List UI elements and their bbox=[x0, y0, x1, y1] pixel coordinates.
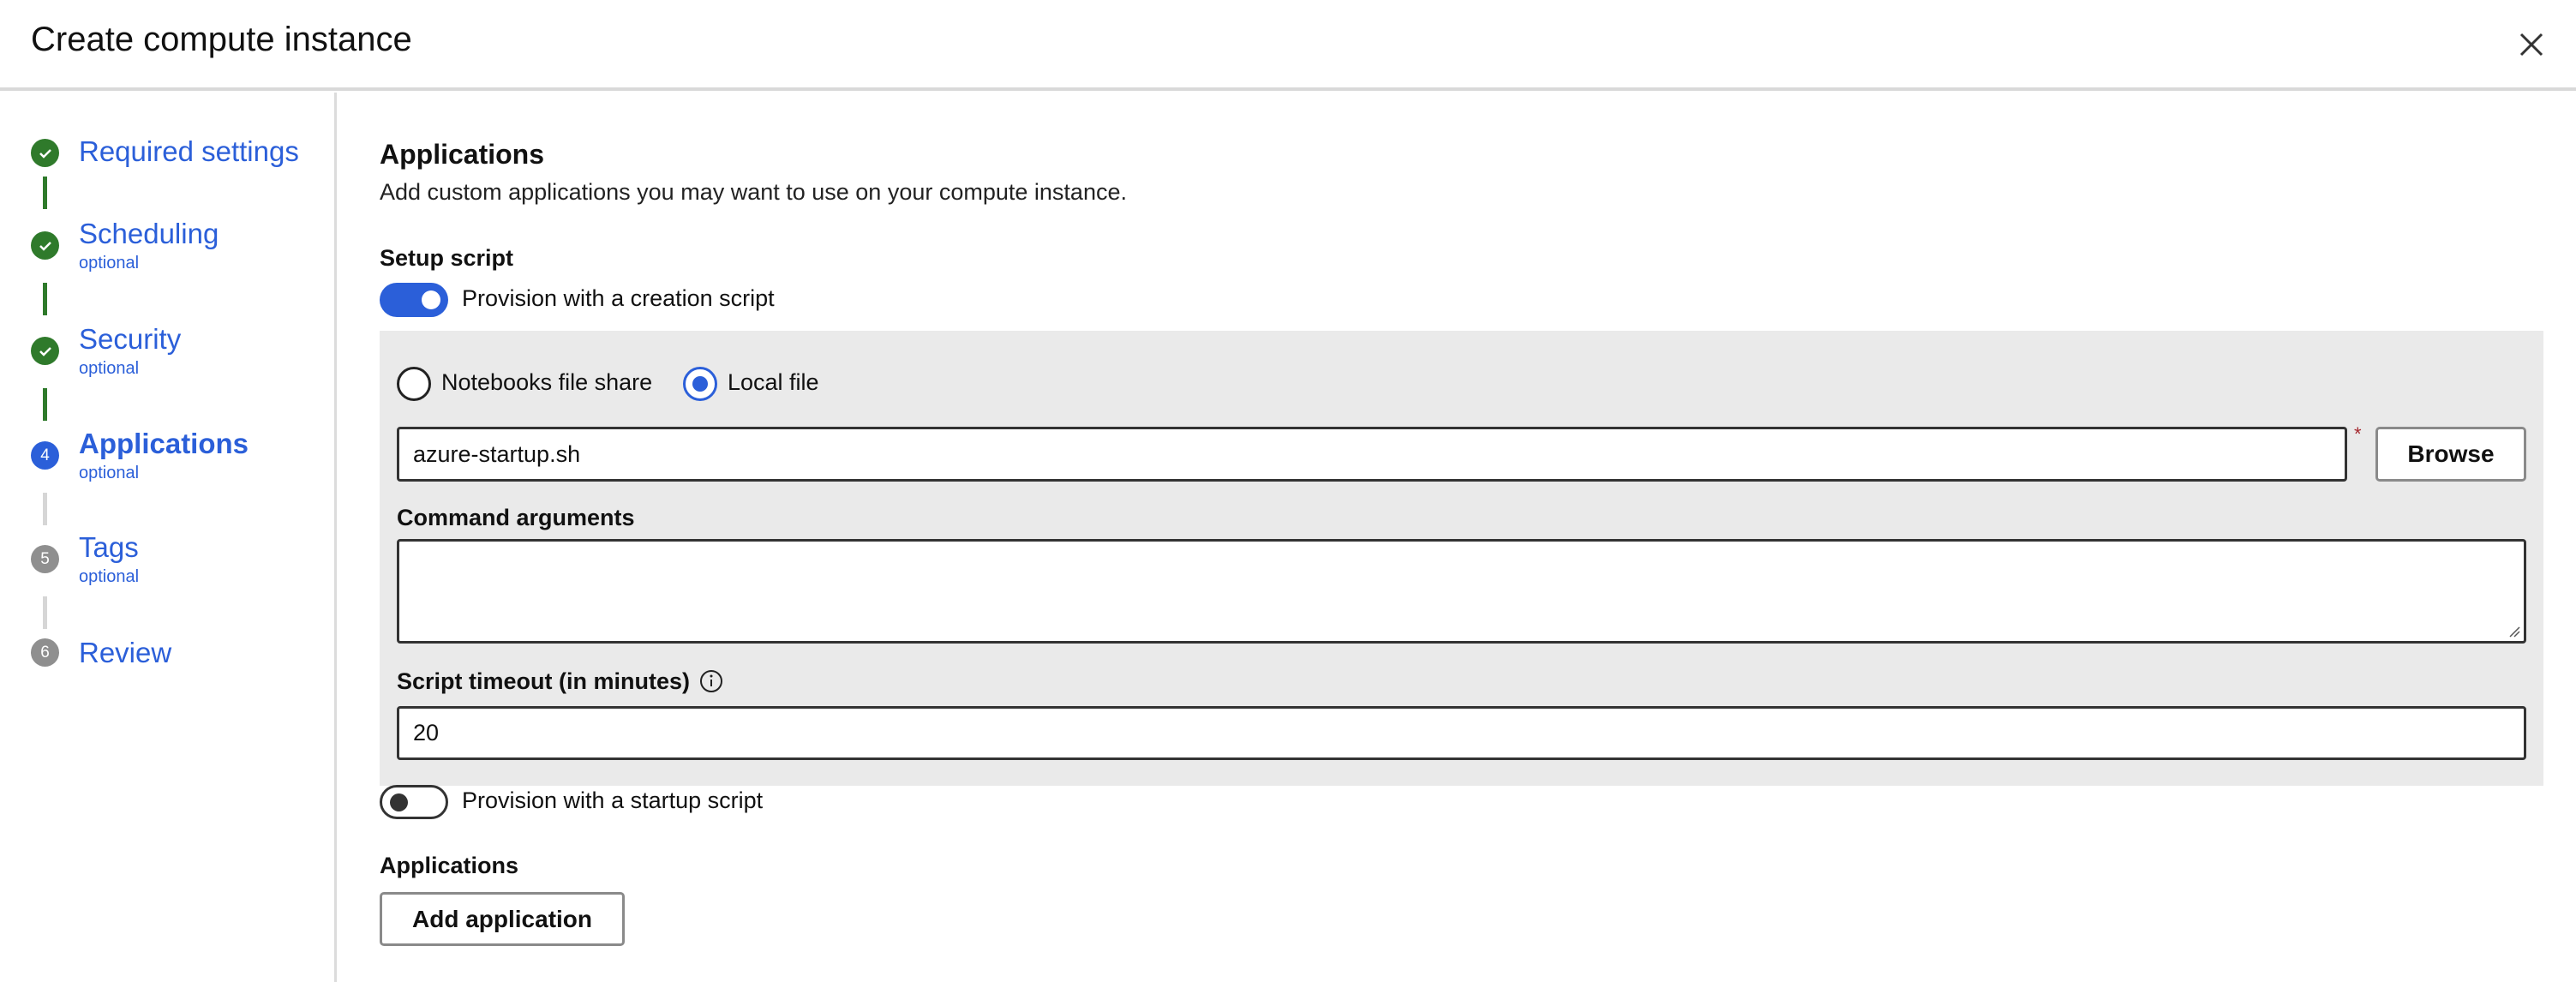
main-content: Applications Add custom applications you… bbox=[339, 93, 2576, 982]
step-label: Applications bbox=[79, 428, 249, 459]
step-connector bbox=[43, 177, 47, 209]
setup-script-label: Setup script bbox=[380, 245, 514, 271]
step-label: Required settings bbox=[79, 135, 299, 167]
toggle-knob bbox=[390, 793, 408, 811]
wizard-steps: Required settings Scheduling optional Se… bbox=[0, 93, 337, 982]
script-file-input[interactable]: azure-startup.sh bbox=[397, 427, 2347, 482]
step-label: Tags bbox=[79, 531, 139, 563]
step-review[interactable]: 6 Review bbox=[0, 637, 334, 671]
check-icon bbox=[31, 337, 59, 365]
dialog-title: Create compute instance bbox=[31, 21, 412, 58]
script-timeout-input[interactable]: 20 bbox=[397, 706, 2526, 760]
startup-script-toggle[interactable] bbox=[380, 785, 448, 819]
step-label: Security bbox=[79, 323, 182, 355]
section-heading: Applications bbox=[380, 139, 545, 170]
creation-script-panel: Notebooks file share Local file azure-st… bbox=[380, 331, 2543, 786]
step-optional: optional bbox=[79, 567, 140, 586]
step-scheduling[interactable]: Scheduling optional bbox=[0, 218, 334, 278]
step-optional: optional bbox=[79, 464, 140, 482]
script-timeout-label: Script timeout (in minutes) bbox=[397, 668, 691, 694]
close-button[interactable] bbox=[2514, 27, 2549, 62]
step-connector bbox=[43, 493, 47, 525]
creation-script-toggle-label: Provision with a creation script bbox=[462, 285, 775, 311]
script-file-value: azure-startup.sh bbox=[413, 440, 581, 467]
step-label: Scheduling bbox=[79, 218, 219, 249]
startup-script-toggle-label: Provision with a startup script bbox=[462, 787, 764, 813]
command-arguments-textarea[interactable] bbox=[397, 539, 2526, 644]
step-applications[interactable]: 4 Applications optional bbox=[0, 428, 334, 488]
radio-local-file-label: Local file bbox=[728, 369, 819, 395]
check-icon bbox=[31, 139, 59, 167]
dialog-header: Create compute instance bbox=[0, 0, 2576, 91]
info-icon[interactable] bbox=[698, 668, 724, 694]
step-security[interactable]: Security optional bbox=[0, 323, 334, 383]
step-optional: optional bbox=[79, 359, 140, 378]
required-marker: * bbox=[2354, 423, 2362, 445]
creation-script-toggle[interactable] bbox=[380, 283, 448, 317]
step-tags[interactable]: 5 Tags optional bbox=[0, 531, 334, 591]
radio-local-file[interactable] bbox=[683, 367, 717, 401]
check-icon bbox=[31, 231, 59, 260]
step-connector bbox=[43, 388, 47, 421]
applications-label: Applications bbox=[380, 853, 519, 878]
step-number-badge: 4 bbox=[31, 441, 59, 470]
step-connector bbox=[43, 283, 47, 315]
toggle-knob bbox=[422, 290, 440, 309]
resize-handle-icon[interactable] bbox=[2508, 626, 2520, 638]
step-connector bbox=[43, 596, 47, 629]
step-required-settings[interactable]: Required settings bbox=[0, 135, 334, 170]
step-number-badge: 6 bbox=[31, 638, 59, 667]
step-label: Review bbox=[79, 637, 172, 668]
step-optional: optional bbox=[79, 254, 140, 272]
radio-notebooks-file-share[interactable] bbox=[397, 367, 431, 401]
step-number-badge: 5 bbox=[31, 545, 59, 573]
browse-button[interactable]: Browse bbox=[2375, 427, 2526, 482]
section-description: Add custom applications you may want to … bbox=[380, 179, 1127, 205]
radio-dot bbox=[692, 376, 708, 392]
command-arguments-label: Command arguments bbox=[397, 505, 635, 530]
radio-notebooks-file-share-label: Notebooks file share bbox=[441, 369, 653, 395]
add-application-button[interactable]: Add application bbox=[380, 892, 625, 946]
script-timeout-value: 20 bbox=[413, 720, 440, 745]
close-icon bbox=[2519, 33, 2543, 57]
